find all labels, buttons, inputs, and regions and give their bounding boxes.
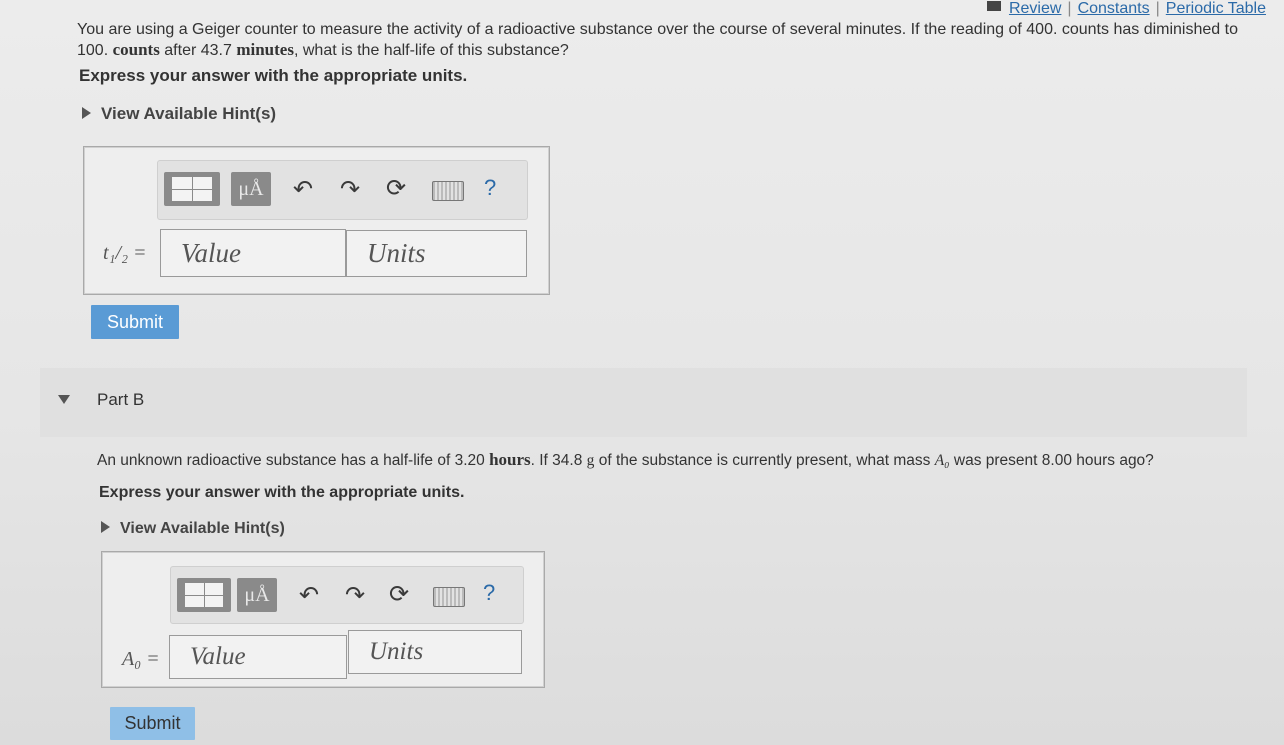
templates-icon [185, 583, 223, 607]
expand-triangle-icon [101, 521, 110, 533]
part-a-question-line2: 100. counts after 43.7 minutes, what is … [77, 40, 569, 59]
part-a-math-toolbar: μÅ ↶ ↷ ⟳ ? [157, 160, 528, 220]
link-separator: | [1155, 0, 1160, 17]
redo-icon[interactable]: ↷ [345, 581, 365, 609]
part-a-submit-button[interactable]: Submit [91, 305, 179, 339]
part-a-question-line1: You are using a Geiger counter to measur… [77, 21, 1238, 38]
part-b-units-input[interactable]: Units [348, 630, 522, 674]
part-b-submit-button[interactable]: Submit [110, 707, 195, 740]
templates-icon [172, 177, 212, 201]
periodic-table-link[interactable]: Periodic Table [1166, 0, 1266, 17]
review-icon [986, 1, 1001, 11]
collapse-caret-icon[interactable] [58, 395, 70, 404]
part-b-variable-label: A₀ = [122, 648, 160, 670]
part-a-units-input[interactable]: Units [346, 230, 527, 277]
templates-button[interactable] [164, 172, 220, 206]
part-b-express-instruction: Express your answer with the appropriate… [99, 484, 465, 501]
part-b-question: An unknown radioactive substance has a h… [97, 450, 1154, 469]
reset-icon[interactable]: ⟳ [389, 580, 409, 608]
part-a-question: You are using a Geiger counter to measur… [77, 20, 1267, 61]
top-links: Review | Constants | Periodic Table [986, 0, 1266, 18]
part-a-hint-label: View Available Hint(s) [101, 104, 277, 123]
expand-triangle-icon [82, 107, 91, 119]
part-a-hint-toggle[interactable]: View Available Hint(s) [82, 104, 276, 124]
reset-icon[interactable]: ⟳ [386, 174, 406, 202]
keyboard-icon[interactable] [432, 181, 464, 201]
undo-icon[interactable]: ↶ [299, 581, 319, 609]
part-a-variable-label: t₁/₂ = [103, 242, 147, 264]
help-icon[interactable]: ? [483, 580, 495, 606]
review-link[interactable]: Review [1009, 0, 1061, 17]
part-b-math-toolbar: μÅ ↶ ↷ ⟳ ? [170, 566, 524, 624]
part-b-value-input[interactable]: Value [169, 635, 347, 679]
part-a-express-instruction: Express your answer with the appropriate… [79, 66, 468, 85]
constants-link[interactable]: Constants [1078, 0, 1150, 17]
variable-a0: A₀ [934, 452, 950, 469]
part-b-hint-toggle[interactable]: View Available Hint(s) [101, 520, 285, 538]
unit-grams: g [586, 452, 595, 469]
undo-icon[interactable]: ↶ [293, 175, 313, 203]
part-b-title: Part B [97, 390, 145, 409]
help-icon[interactable]: ? [484, 175, 496, 201]
templates-button[interactable] [177, 578, 231, 612]
unit-minutes: minutes [236, 40, 294, 59]
unit-hours: hours [489, 450, 531, 469]
part-a-value-input[interactable]: Value [160, 229, 346, 277]
keyboard-icon[interactable] [433, 587, 465, 607]
part-b-header[interactable] [40, 368, 1247, 437]
redo-icon[interactable]: ↷ [340, 175, 360, 203]
symbols-button[interactable]: μÅ [237, 578, 277, 612]
unit-counts: counts [112, 40, 160, 59]
link-separator: | [1067, 0, 1072, 17]
symbols-button[interactable]: μÅ [231, 172, 271, 206]
part-b-hint-label: View Available Hint(s) [120, 520, 285, 537]
